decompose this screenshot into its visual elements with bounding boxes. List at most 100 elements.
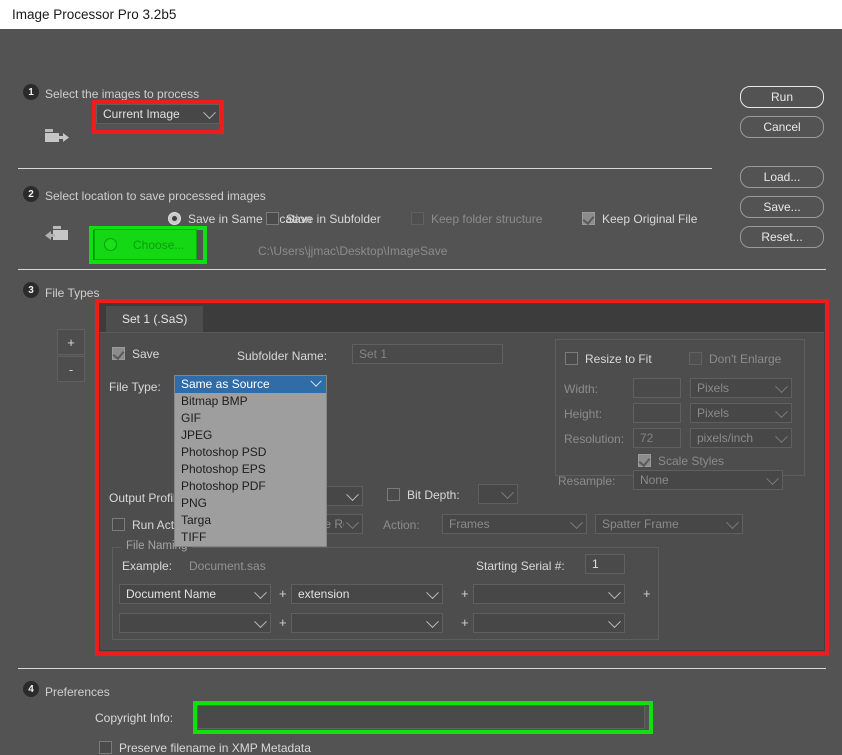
example-label: Example:	[122, 559, 173, 573]
naming-token-6-select[interactable]	[473, 613, 625, 633]
step-1-label: Select the images to process	[45, 87, 200, 101]
step-1-number: 1	[23, 84, 39, 100]
checkbox-dont-enlarge[interactable]	[689, 352, 702, 365]
height-input[interactable]	[633, 403, 681, 423]
width-input[interactable]	[633, 378, 681, 398]
chevron-down-icon	[608, 615, 621, 629]
resample-select[interactable]: None	[633, 470, 783, 490]
checkbox-keep-original-file-label: Keep Original File	[602, 212, 698, 226]
checkbox-resize-to-fit[interactable]	[565, 352, 578, 365]
choose-button-highlight-overlay[interactable]: Choose...	[94, 229, 197, 260]
step-2-number: 2	[23, 186, 39, 202]
action-set-value: Frames	[449, 517, 490, 531]
checkbox-dont-enlarge-label: Don't Enlarge	[709, 352, 782, 366]
checkbox-run-action[interactable]	[112, 518, 125, 531]
copyright-info-input[interactable]	[197, 705, 645, 729]
width-unit-value: Pixels	[697, 381, 730, 395]
checkbox-bit-depth[interactable]	[387, 488, 400, 501]
chevron-down-icon	[775, 430, 788, 444]
file-type-option-0-label: Same as Source	[181, 377, 270, 391]
source-select-value: Current Image	[103, 107, 180, 121]
divider-2	[18, 269, 826, 270]
chevron-down-icon	[766, 472, 779, 486]
naming-token-4-select[interactable]	[119, 613, 271, 633]
file-types-panel: Set 1 (.SaS) Save Subfolder Name: Set 1 …	[99, 303, 825, 651]
file-type-option-2[interactable]: GIF	[175, 410, 326, 427]
checkbox-preserve-filename[interactable]	[99, 741, 112, 754]
checkbox-save-in-subfolder[interactable]	[266, 212, 279, 225]
chevron-down-icon	[426, 586, 439, 600]
starting-serial-input[interactable]: 1	[585, 554, 625, 574]
checkbox-save-in-subfolder-label: Save in Subfolder	[286, 212, 381, 226]
step-4-label: Preferences	[45, 685, 110, 699]
file-type-dropdown-list[interactable]: Same as Source Bitmap BMP GIF JPEG Photo…	[174, 375, 327, 547]
chevron-down-icon	[608, 586, 621, 600]
load-button[interactable]: Load...	[740, 166, 824, 188]
folder-arrow-icon	[45, 129, 69, 142]
subfolder-name-label: Subfolder Name:	[237, 349, 328, 363]
file-type-option-6[interactable]: Photoshop PDF	[175, 478, 326, 495]
file-type-option-0[interactable]: Same as Source	[175, 375, 326, 393]
tab-set-1[interactable]: Set 1 (.SaS)	[106, 306, 204, 332]
run-button[interactable]: Run	[740, 86, 824, 108]
resolution-unit-select[interactable]: pixels/inch	[690, 428, 792, 448]
add-file-type-button[interactable]: +	[57, 329, 85, 355]
file-type-option-3[interactable]: JPEG	[175, 427, 326, 444]
resolution-label: Resolution:	[564, 432, 625, 446]
height-unit-select[interactable]: Pixels	[690, 403, 792, 423]
file-type-option-1[interactable]: Bitmap BMP	[175, 393, 326, 410]
file-type-option-5[interactable]: Photoshop EPS	[175, 461, 326, 478]
width-label: Width:	[564, 382, 599, 396]
step-2-label: Select location to save processed images	[45, 189, 266, 203]
save-button[interactable]: Save...	[740, 196, 824, 218]
naming-token-2-value: extension	[298, 587, 350, 601]
step-3-number: 3	[23, 282, 39, 298]
naming-plus-5: +	[461, 615, 469, 630]
file-type-tabstrip: Set 1 (.SaS)	[100, 304, 824, 333]
step-3-label: File Types	[45, 286, 100, 300]
checkbox-resize-to-fit-label: Resize to Fit	[585, 352, 652, 366]
action-label: Action:	[383, 518, 420, 532]
divider-3	[18, 668, 826, 669]
naming-token-1-select[interactable]: Document Name	[119, 584, 271, 604]
checkbox-scale-styles[interactable]	[638, 454, 651, 467]
naming-token-1-value: Document Name	[126, 587, 217, 601]
naming-token-5-select[interactable]	[291, 613, 443, 633]
file-type-option-7[interactable]: PNG	[175, 495, 326, 512]
cancel-button[interactable]: Cancel	[740, 116, 824, 138]
height-unit-value: Pixels	[697, 406, 730, 420]
action-name-value: Spatter Frame	[602, 517, 679, 531]
chevron-down-icon	[254, 615, 267, 629]
source-select[interactable]: Current Image	[96, 104, 220, 124]
file-type-option-9[interactable]: TIFF	[175, 529, 326, 546]
bit-depth-label: Bit Depth:	[407, 488, 460, 502]
action-set-select[interactable]: Frames	[442, 514, 587, 534]
overlay-choose-label: Choose...	[133, 237, 185, 252]
remove-file-type-button[interactable]: -	[57, 356, 85, 382]
chevron-down-icon	[570, 516, 583, 530]
chevron-down-icon	[346, 488, 359, 502]
subfolder-name-input[interactable]: Set 1	[352, 344, 503, 364]
checkbox-keep-folder-structure[interactable]	[411, 212, 424, 225]
naming-token-3-select[interactable]	[473, 584, 625, 604]
resolution-input[interactable]: 72	[633, 428, 681, 448]
resize-group: Resize to Fit Don't Enlarge Width: Pixel…	[555, 339, 805, 476]
chevron-down-icon	[346, 516, 359, 530]
naming-token-2-select[interactable]: extension	[291, 584, 443, 604]
naming-plus-1: +	[279, 586, 287, 601]
chevron-down-icon	[310, 375, 322, 393]
window-titlebar: Image Processor Pro 3.2b5	[0, 0, 842, 29]
file-type-option-8[interactable]: Targa	[175, 512, 326, 529]
checkbox-keep-folder-structure-label: Keep folder structure	[431, 212, 543, 226]
chevron-down-icon	[426, 615, 439, 629]
file-type-option-4[interactable]: Photoshop PSD	[175, 444, 326, 461]
checkbox-keep-original-file[interactable]	[582, 212, 595, 225]
width-unit-select[interactable]: Pixels	[690, 378, 792, 398]
checkbox-save-set[interactable]	[112, 347, 125, 360]
bit-depth-select[interactable]	[478, 484, 518, 504]
radio-save-same-location[interactable]	[168, 212, 181, 225]
action-name-select[interactable]: Spatter Frame	[595, 514, 743, 534]
reset-button[interactable]: Reset...	[740, 226, 824, 248]
starting-serial-label: Starting Serial #:	[476, 559, 565, 573]
checkbox-preserve-filename-label: Preserve filename in XMP Metadata	[119, 741, 311, 755]
